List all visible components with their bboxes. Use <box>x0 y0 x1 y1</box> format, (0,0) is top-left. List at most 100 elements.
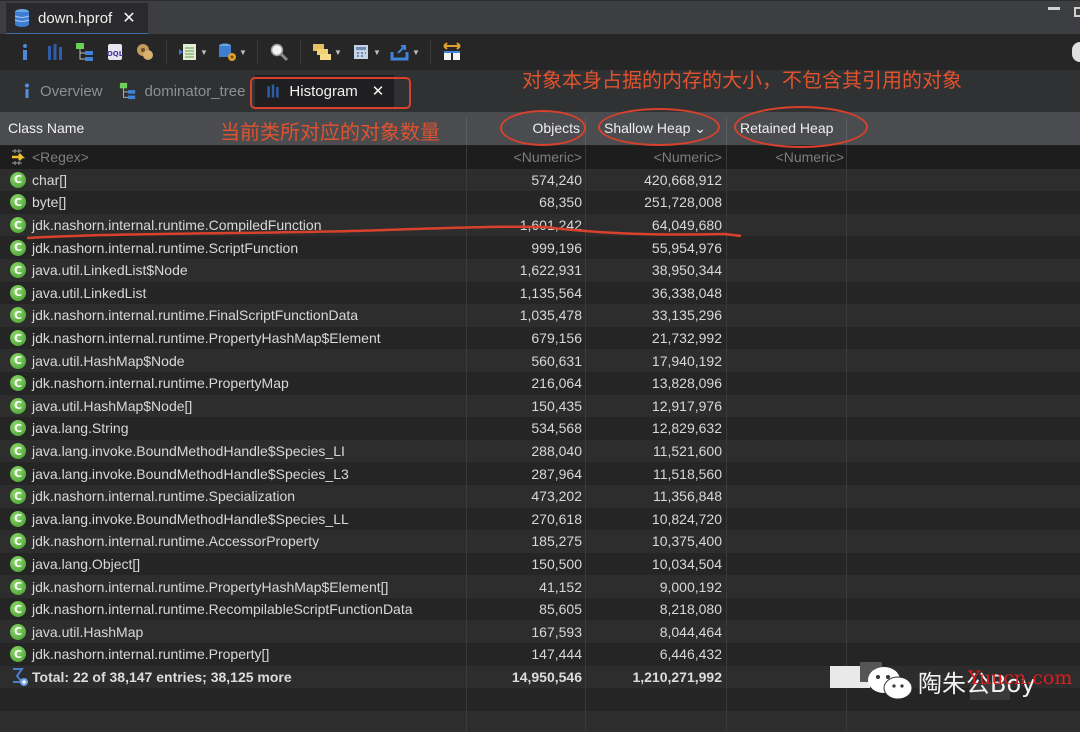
table-row[interactable]: Cjdk.nashorn.internal.runtime.AccessorPr… <box>0 530 1080 553</box>
class-icon: C <box>10 307 26 324</box>
table-row[interactable]: Cjava.lang.String 534,568 12,829,632 <box>0 417 1080 440</box>
class-icon: C <box>10 171 26 188</box>
table-row[interactable]: Cchar[] 574,240 420,668,912 <box>0 168 1080 192</box>
total-label-cell: Total: 22 of 38,147 entries; 38,125 more <box>10 667 292 687</box>
overview-button[interactable] <box>14 41 36 63</box>
tab-histogram[interactable]: Histogram ✕ <box>255 75 395 107</box>
table-row[interactable]: Cjava.util.LinkedList 1,135,564 36,338,048 <box>0 281 1080 305</box>
table-row[interactable]: Cjdk.nashorn.internal.runtime.Property[]… <box>0 643 1080 666</box>
tab-dominator-tree[interactable]: dominator_tree <box>113 76 252 106</box>
group-dropdown-icon[interactable]: ▼ <box>334 48 342 57</box>
column-header-class-name[interactable]: Class Name <box>8 112 84 145</box>
table-row[interactable]: Cjdk.nashorn.internal.runtime.ScriptFunc… <box>0 236 1080 259</box>
table-row[interactable]: Cjdk.nashorn.internal.runtime.Specializa… <box>0 484 1080 508</box>
toolbar: OQL ▼ ▼ ▼ ▼ ▼ <box>0 34 1080 70</box>
export-button[interactable] <box>389 41 411 63</box>
database-gear-icon <box>219 43 236 61</box>
table-row[interactable]: Cbyte[] 68,350 251,728,008 <box>0 191 1080 214</box>
group-button[interactable] <box>311 41 333 63</box>
shallow-heap-cell: 251,728,008 <box>644 194 722 211</box>
class-name: java.util.LinkedList$Node <box>32 262 188 279</box>
column-header-objects[interactable]: Objects <box>466 112 582 145</box>
class-name: java.lang.invoke.BoundMethodHandle$Speci… <box>32 465 349 482</box>
shallow-heap-cell: 11,356,848 <box>652 488 722 505</box>
class-name-cell: Cjdk.nashorn.internal.runtime.CompiledFu… <box>10 217 321 234</box>
total-objects: 14,950,546 <box>511 668 582 685</box>
table-row[interactable]: Cjava.util.HashMap 167,593 8,044,464 <box>0 620 1080 644</box>
minimize-button[interactable] <box>1048 7 1060 10</box>
table-row[interactable]: Cjdk.nashorn.internal.runtime.Recompilab… <box>0 597 1080 621</box>
run-report-button[interactable] <box>177 41 199 63</box>
oql-button[interactable]: OQL <box>104 41 126 63</box>
table-row[interactable]: Cjdk.nashorn.internal.runtime.PropertyHa… <box>0 326 1080 350</box>
table-row[interactable]: Cjdk.nashorn.internal.runtime.PropertyMa… <box>0 371 1080 395</box>
toolbar-overflow[interactable] <box>1072 42 1080 62</box>
shallow-heap-cell: 9,000,192 <box>659 578 722 595</box>
search-button[interactable] <box>268 41 290 63</box>
heap-dump-button[interactable] <box>216 41 238 63</box>
shallow-heap-filter[interactable]: <Numeric> <box>586 149 722 165</box>
table-row[interactable]: Cjdk.nashorn.internal.runtime.PropertyHa… <box>0 575 1080 598</box>
histogram-button[interactable] <box>44 41 66 63</box>
shallow-heap-cell: 10,034,504 <box>651 555 722 572</box>
class-name: java.lang.invoke.BoundMethodHandle$Speci… <box>32 510 349 527</box>
column-header-retained-heap[interactable]: Retained Heap <box>740 112 833 145</box>
calculate-button[interactable] <box>350 41 372 63</box>
column-header-shallow-heap[interactable]: Shallow Heap ⌄ <box>604 112 724 145</box>
export-dropdown-icon[interactable]: ▼ <box>412 48 420 57</box>
close-tab-icon[interactable]: ✕ <box>122 8 135 28</box>
regex-placeholder: <Regex> <box>32 149 89 166</box>
watermark-site: Yuucn.com <box>968 667 1073 689</box>
table-row[interactable]: Cjava.lang.invoke.BoundMethodHandle$Spec… <box>0 507 1080 531</box>
thread-overview-button[interactable] <box>134 41 156 63</box>
search-icon <box>270 43 289 62</box>
table-row[interactable]: Cjava.util.HashMap$Node 560,631 17,940,192 <box>0 349 1080 372</box>
table-row[interactable]: Cjava.lang.invoke.BoundMethodHandle$Spec… <box>0 439 1080 463</box>
close-histogram-tab-icon[interactable]: ✕ <box>372 82 385 100</box>
dominator-tree-button[interactable] <box>74 41 96 63</box>
compare-button[interactable] <box>441 41 463 63</box>
table-row[interactable]: Cjdk.nashorn.internal.runtime.CompiledFu… <box>0 213 1080 237</box>
tab-label: Overview <box>40 82 103 100</box>
class-name-cell: Cjdk.nashorn.internal.runtime.Specializa… <box>10 488 295 505</box>
class-icon: C <box>10 262 26 279</box>
sum-expand-icon[interactable] <box>10 667 30 687</box>
shallow-heap-cell: 13,828,096 <box>651 375 722 392</box>
heap-dump-dropdown-icon[interactable]: ▼ <box>239 48 247 57</box>
maximize-button[interactable] <box>1074 7 1080 17</box>
table-row[interactable]: Cjava.lang.invoke.BoundMethodHandle$Spec… <box>0 462 1080 485</box>
calculate-dropdown-icon[interactable]: ▼ <box>373 48 381 57</box>
column-header-label: Shallow Heap <box>604 120 691 136</box>
wechat-icon <box>868 667 913 700</box>
column-divider[interactable] <box>726 118 727 145</box>
class-name-cell: Cjava.util.HashMap <box>10 623 143 640</box>
toolbar-separator <box>166 40 167 64</box>
class-icon: C <box>10 239 26 256</box>
class-name: byte[] <box>32 194 67 211</box>
class-name-filter[interactable]: <Regex> <box>10 148 89 166</box>
table-row[interactable]: Cjava.lang.Object[] 150,500 10,034,504 <box>0 552 1080 576</box>
column-gridline <box>585 146 586 732</box>
shallow-heap-cell: 11,518,560 <box>652 465 722 482</box>
editor-tab-down-hprof[interactable]: down.hprof ✕ <box>6 3 148 35</box>
tab-label: Histogram <box>289 82 358 100</box>
run-report-dropdown-icon[interactable]: ▼ <box>200 48 208 57</box>
class-name: jdk.nashorn.internal.runtime.PropertyHas… <box>32 578 389 595</box>
class-name-cell: Cjava.util.HashMap$Node[] <box>10 397 192 414</box>
column-divider[interactable] <box>585 118 586 145</box>
table-row[interactable]: Cjava.util.HashMap$Node[] 150,435 12,917,9… <box>0 394 1080 418</box>
objects-filter[interactable]: <Numeric> <box>466 149 582 165</box>
class-icon: C <box>10 533 26 550</box>
retained-heap-filter[interactable]: <Numeric> <box>726 149 844 165</box>
dominator-tree-icon <box>76 43 93 61</box>
objects-cell: 1,135,564 <box>519 284 582 301</box>
class-name-cell: Cjdk.nashorn.internal.runtime.FinalScrip… <box>10 307 358 324</box>
table-row[interactable]: Cjdk.nashorn.internal.runtime.FinalScrip… <box>0 304 1080 327</box>
class-name: jdk.nashorn.internal.runtime.ScriptFunct… <box>32 239 299 256</box>
tab-overview[interactable]: Overview <box>16 76 109 106</box>
class-name: java.lang.String <box>32 420 129 437</box>
column-divider[interactable] <box>466 118 467 145</box>
column-divider[interactable] <box>846 118 847 145</box>
table-row[interactable]: Cjava.util.LinkedList$Node 1,622,931 38,95… <box>0 258 1080 282</box>
class-icon: C <box>10 284 26 301</box>
